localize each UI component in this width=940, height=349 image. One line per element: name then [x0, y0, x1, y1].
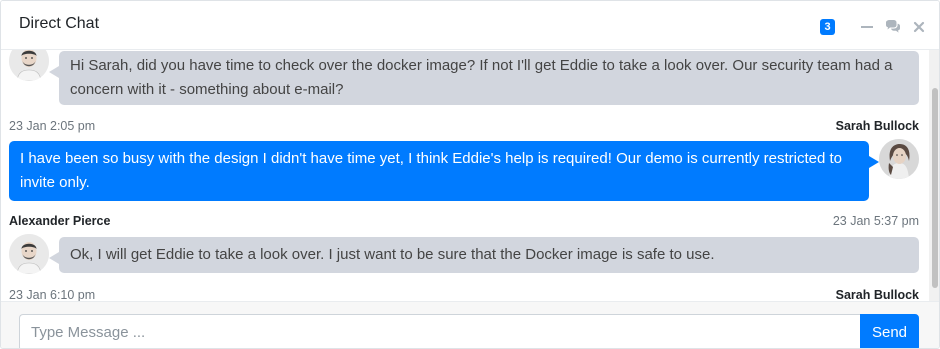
messages-list[interactable]: Hi Sarah, did you have time to check ove…	[1, 50, 929, 301]
alexander-pierce-avatar	[9, 234, 49, 274]
new-messages-badge: 3	[820, 19, 835, 35]
message-author: Alexander Pierce	[9, 214, 111, 228]
send-button[interactable]: Send	[860, 314, 919, 348]
scrollbar-thumb[interactable]	[932, 88, 938, 288]
direct-chat-card: Direct Chat 3 Hi Sarah, did you have tim…	[0, 0, 940, 349]
card-header: Direct Chat 3	[1, 1, 939, 50]
messages-scrollbar[interactable]	[929, 50, 939, 301]
chat-title: Direct Chat	[19, 15, 100, 32]
message-author: Sarah Bullock	[835, 119, 919, 133]
message-timestamp: 23 Jan 2:05 pm	[9, 119, 96, 133]
message-timestamp: 23 Jan 5:37 pm	[832, 214, 919, 228]
sarah-bullock-avatar	[879, 139, 919, 179]
card-tools: 3	[820, 18, 927, 36]
message-text: I have been so busy with the design I di…	[9, 141, 879, 201]
minus-icon[interactable]	[859, 19, 875, 35]
message-input[interactable]	[19, 314, 861, 348]
card-footer: Send	[1, 301, 939, 348]
message-author: Sarah Bullock	[835, 288, 919, 301]
chat-body: Hi Sarah, did you have time to check ove…	[1, 50, 939, 301]
alexander-pierce-avatar	[9, 50, 49, 81]
comments-icon[interactable]	[885, 19, 901, 35]
message-text: Hi Sarah, did you have time to check ove…	[49, 51, 919, 105]
close-icon[interactable]	[911, 19, 927, 35]
message-text: Ok, I will get Eddie to take a look over…	[49, 237, 919, 273]
message-timestamp: 23 Jan 6:10 pm	[9, 288, 96, 301]
